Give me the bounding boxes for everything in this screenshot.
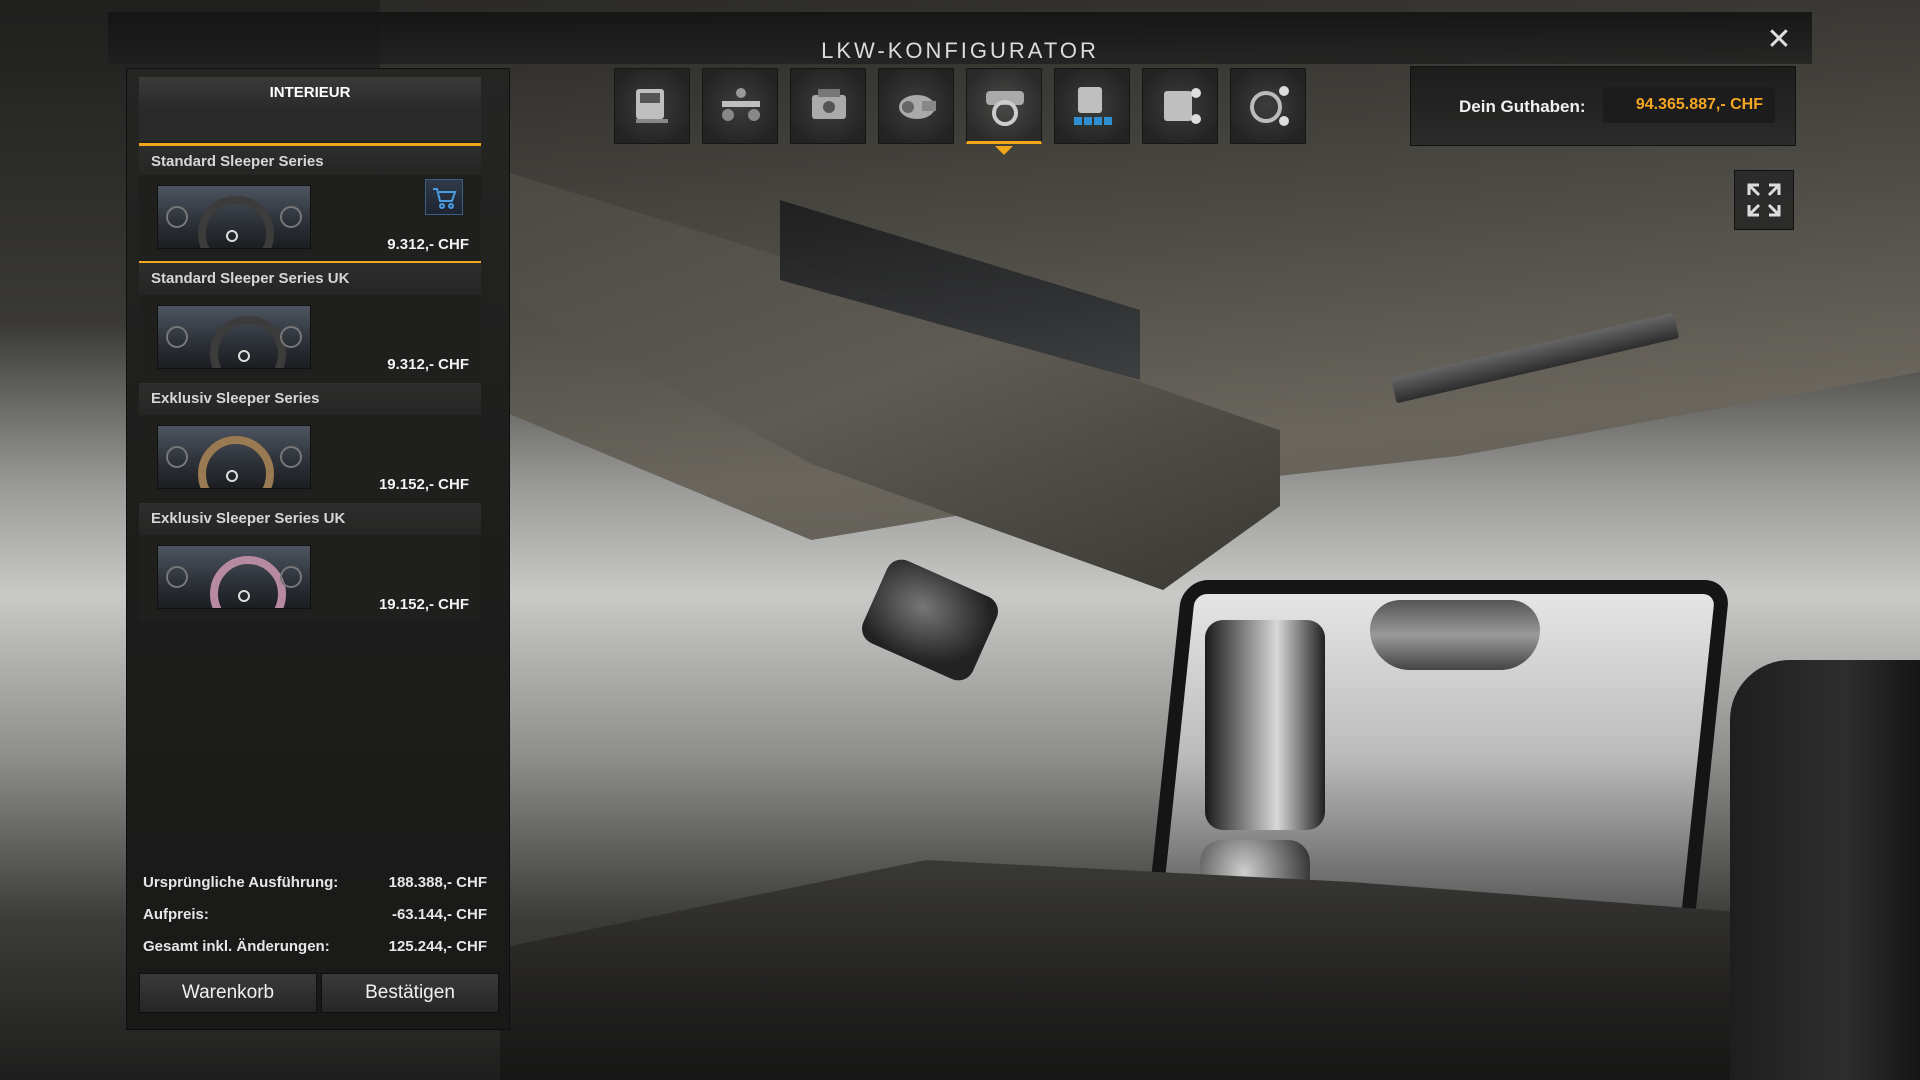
wheel-emblem (226, 230, 238, 242)
item-body: 9.312,- CHF (139, 175, 481, 261)
close-icon: ✕ (1766, 23, 1792, 56)
price-summary: Ursprüngliche Ausführung: 188.388,- CHF … (139, 866, 499, 962)
cart-button[interactable]: Warenkorb (139, 973, 317, 1013)
item-price: 19.152,- CHF (378, 596, 469, 613)
steering-wheel-image (210, 556, 286, 608)
interior-thumbnail (157, 185, 311, 249)
truck-icon (636, 89, 668, 123)
tab-chassis[interactable] (702, 68, 778, 144)
upper-mirror (1370, 600, 1540, 670)
tab-transmission[interactable] (878, 68, 954, 144)
interior-thumbnail (157, 425, 311, 489)
cart-icon (433, 188, 457, 209)
wheel-emblem (226, 470, 238, 482)
wheel-emblem (238, 350, 250, 362)
list-item-exklusiv-sleeper-uk[interactable]: Exklusiv Sleeper Series UK 19.152,- CHF (139, 503, 481, 623)
door-frame (1205, 620, 1325, 830)
transmission-icon (899, 95, 936, 119)
item-price: 19.152,- CHF (378, 476, 469, 493)
steering-wheel-image (198, 196, 274, 248)
expand-icon (1747, 183, 1781, 217)
tab-interior[interactable] (966, 68, 1042, 144)
fullscreen-button[interactable] (1734, 170, 1794, 230)
tab-accessories[interactable] (1142, 68, 1218, 144)
tab-cabin[interactable] (1054, 68, 1130, 144)
total-value: 125.244,- CHF (388, 938, 487, 955)
engine-icon (812, 89, 846, 119)
item-price: 9.312,- CHF (387, 356, 469, 373)
sidebar-title: INTERIEUR (139, 77, 481, 109)
item-price: 9.312,- CHF (387, 236, 469, 253)
original-value: 188.388,- CHF (388, 874, 487, 891)
item-name: Exklusiv Sleeper Series UK (139, 503, 481, 535)
balance-value: 94.365.887,- CHF (1603, 87, 1775, 123)
interior-list: Standard Sleeper Series 9.312,- CHF Stan… (139, 143, 481, 623)
active-tab-indicator (995, 146, 1013, 155)
gauge (280, 566, 302, 588)
interior-thumbnail (157, 305, 311, 369)
item-name: Exklusiv Sleeper Series (139, 383, 481, 415)
tab-truck[interactable] (614, 68, 690, 144)
interior-accessories-icon (1250, 86, 1289, 126)
item-name: Standard Sleeper Series (139, 143, 481, 175)
item-body: 19.152,- CHF (139, 415, 481, 501)
gauge (280, 326, 302, 348)
in-cart-indicator (425, 179, 463, 215)
sidebar-filter-bar (139, 109, 481, 141)
steering-wheel-image (210, 316, 286, 368)
original-label: Ursprüngliche Ausführung: (143, 874, 339, 891)
total-label: Gesamt inkl. Änderungen: (143, 938, 330, 955)
window-title: LKW-KONFIGURATOR (821, 38, 1099, 63)
title-bar: LKW-KONFIGURATOR (108, 12, 1812, 64)
summary-original: Ursprüngliche Ausführung: 188.388,- CHF (139, 866, 499, 898)
list-item-standard-sleeper[interactable]: Standard Sleeper Series 9.312,- CHF (139, 143, 481, 263)
steering-wheel-image (198, 436, 274, 488)
tab-interior-accessories[interactable] (1230, 68, 1306, 144)
gauge (280, 206, 302, 228)
close-button[interactable]: ✕ (1765, 23, 1793, 56)
gauge (166, 446, 188, 468)
cabin-icon (1074, 87, 1112, 125)
accessories-icon (1164, 88, 1201, 124)
summary-surcharge: Aufpreis: -63.144,- CHF (139, 898, 499, 930)
surcharge-label: Aufpreis: (143, 906, 209, 923)
confirm-button[interactable]: Bestätigen (321, 973, 499, 1013)
list-item-standard-sleeper-uk[interactable]: Standard Sleeper Series UK 9.312,- CHF (139, 263, 481, 383)
tab-engine[interactable] (790, 68, 866, 144)
gauge (280, 446, 302, 468)
item-name: Standard Sleeper Series UK (139, 263, 481, 295)
interior-thumbnail (157, 545, 311, 609)
surcharge-value: -63.144,- CHF (391, 906, 487, 923)
gauge (166, 566, 188, 588)
interior-sidebar: INTERIEUR Standard Sleeper Series 9.312,… (126, 68, 510, 1030)
wheel-emblem (238, 590, 250, 602)
chassis-icon (722, 88, 760, 121)
item-body: 19.152,- CHF (139, 535, 481, 621)
seat (1730, 660, 1920, 1080)
gauge (166, 326, 188, 348)
summary-total: Gesamt inkl. Änderungen: 125.244,- CHF (139, 930, 499, 962)
list-item-exklusiv-sleeper[interactable]: Exklusiv Sleeper Series 19.152,- CHF (139, 383, 481, 503)
interior-icon (986, 91, 1024, 126)
item-body: 9.312,- CHF (139, 295, 481, 381)
balance-label: Dein Guthaben: (1459, 97, 1586, 116)
balance-panel: Dein Guthaben: 94.365.887,- CHF (1410, 66, 1796, 146)
gauge (166, 206, 188, 228)
category-toolbar (614, 66, 1314, 155)
